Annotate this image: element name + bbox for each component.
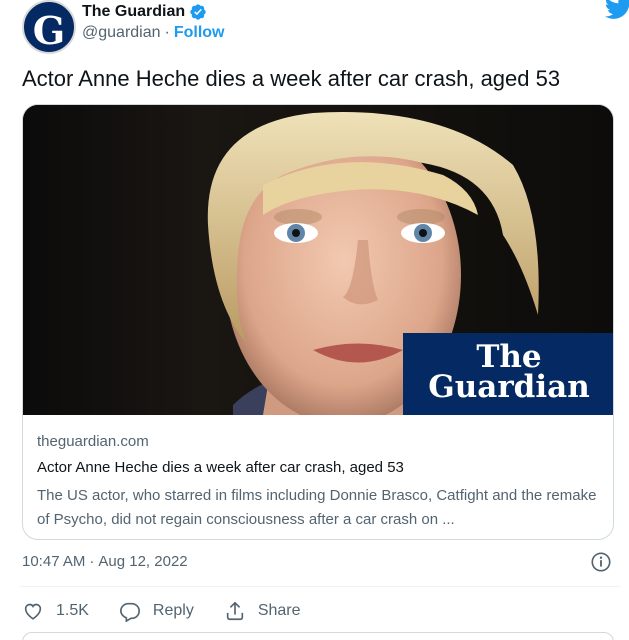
display-name[interactable]: The Guardian xyxy=(82,3,185,21)
twitter-bird-icon[interactable] xyxy=(605,0,629,20)
card-logo-line2: Guardian xyxy=(428,369,590,405)
follow-button[interactable]: Follow xyxy=(174,24,225,42)
tweet-timestamp[interactable]: 10:47 AM · Aug 12, 2022 xyxy=(22,553,188,570)
action-bar: 1.5K Reply Share xyxy=(22,598,331,624)
handle-row: @guardian · Follow xyxy=(82,24,225,42)
info-icon[interactable] xyxy=(590,551,612,573)
tweet-date: Aug 12, 2022 xyxy=(98,553,188,570)
timestamp-separator: · xyxy=(89,553,95,570)
divider xyxy=(20,586,620,587)
like-button[interactable]: 1.5K xyxy=(22,600,89,622)
reply-button[interactable]: Reply xyxy=(119,600,194,622)
link-card[interactable]: The Guardian theguardian.com Actor Anne … xyxy=(22,104,614,540)
card-meta: theguardian.com Actor Anne Heche dies a … xyxy=(37,433,603,532)
card-image[interactable]: The Guardian xyxy=(23,105,613,415)
tweet-time: 10:47 AM xyxy=(22,553,86,570)
share-upload-icon xyxy=(226,601,243,621)
avatar-letter: G xyxy=(32,8,66,53)
card-title: Actor Anne Heche dies a week after car c… xyxy=(37,459,404,476)
read-replies-bar[interactable] xyxy=(22,632,614,640)
reply-bubble-icon xyxy=(119,602,140,622)
card-domain: theguardian.com xyxy=(37,433,149,450)
verified-badge-icon xyxy=(190,4,206,20)
portrait-photo: The Guardian xyxy=(23,105,613,415)
like-count: 1.5K xyxy=(56,602,89,619)
heart-icon xyxy=(24,603,42,620)
tweet-text: Actor Anne Heche dies a week after car c… xyxy=(22,66,561,91)
handle[interactable]: @guardian xyxy=(82,24,161,42)
share-label: Share xyxy=(257,602,301,619)
avatar[interactable]: G xyxy=(22,0,76,54)
handle-separator: · xyxy=(164,24,170,41)
tweet-header: G The Guardian @guardian · Follow xyxy=(20,0,629,54)
card-description: The US actor, who starred in films inclu… xyxy=(37,487,597,528)
name-row: The Guardian xyxy=(82,1,207,23)
reply-label: Reply xyxy=(152,602,194,619)
share-button[interactable]: Share xyxy=(224,600,301,622)
